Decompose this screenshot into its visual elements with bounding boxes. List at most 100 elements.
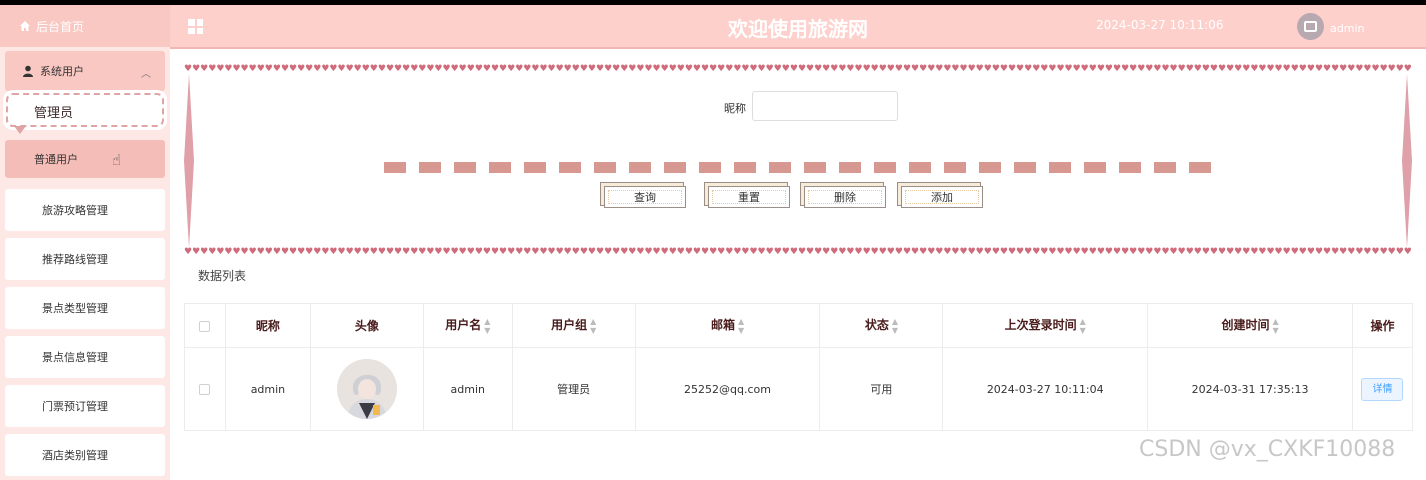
delete-button[interactable]: 删除 <box>804 186 886 208</box>
heart-decoration: ♥ <box>1209 247 1218 257</box>
add-button[interactable]: 添加 <box>901 186 983 208</box>
hand-pointer-icon: ☝ <box>112 151 122 169</box>
heart-decoration: ♥ <box>385 247 395 257</box>
heart-decoration: ♥ <box>273 64 290 74</box>
col-group[interactable]: 用户组 ▲ ▼ <box>511 303 636 348</box>
heart-decoration: ♥ <box>1008 64 1016 75</box>
sort-icon[interactable]: ▲ ▼ <box>738 317 744 335</box>
select-all-cell <box>184 303 226 348</box>
sidebar-item-spot-type[interactable]: 景点类型管理 <box>5 287 165 329</box>
col-created[interactable]: 创建时间 ▲ ▼ <box>1147 303 1353 348</box>
heart-decoration: ♥ <box>781 247 790 257</box>
sidebar-item-route[interactable]: 推荐路线管理 <box>5 238 165 280</box>
heart-decoration: ♥ <box>725 64 733 75</box>
col-action: 操作 <box>1351 303 1414 348</box>
heart-decoration: ♥ <box>741 247 750 257</box>
select-all-checkbox[interactable] <box>199 320 211 332</box>
sidebar-item-ticket[interactable]: 门票预订管理 <box>5 385 165 427</box>
heart-decoration: ♥ <box>797 247 807 257</box>
col-status[interactable]: 状态 ▲ ▼ <box>819 303 944 348</box>
heart-decoration: ♥ <box>1129 64 1137 75</box>
heart-decoration: ♥ <box>749 247 758 257</box>
heart-decoration: ♥ <box>474 247 483 257</box>
nickname-input[interactable] <box>752 91 898 121</box>
detail-button[interactable]: 详情 <box>1361 377 1404 401</box>
dash-segment <box>839 162 861 173</box>
heart-decoration: ♥ <box>1339 247 1348 257</box>
heart-decoration: ♥ <box>822 247 831 257</box>
heart-decoration: ♥ <box>1193 247 1202 257</box>
cell-created: 2024-03-31 17:35:13 <box>1147 347 1353 431</box>
col-last-login[interactable]: 上次登录时间 ▲ ▼ <box>942 303 1149 348</box>
sort-icon[interactable]: ▲ ▼ <box>484 317 490 335</box>
heart-decoration: ♥ <box>450 247 459 257</box>
heart-decoration: ♥ <box>709 247 718 257</box>
heart-decoration: ♥ <box>378 64 395 74</box>
heart-decoration: ♥ <box>1072 247 1081 257</box>
heart-decoration: ♥ <box>806 64 814 75</box>
heart-decoration: ♥ <box>394 247 403 257</box>
sidebar-item-travel-guide[interactable]: 旅游攻略管理 <box>5 189 165 231</box>
heart-decoration: ♥ <box>1387 247 1396 257</box>
col-username[interactable]: 用户名 ▲ ▼ <box>422 303 513 348</box>
sidebar-home[interactable]: 后台首页 <box>0 5 170 47</box>
heart-decoration: ♥ <box>224 64 232 75</box>
heart-decoration: ♥ <box>612 247 621 257</box>
heart-decoration: ♥ <box>1161 247 1170 257</box>
border-diamond-right <box>1402 74 1412 248</box>
sort-icon[interactable]: ▲ ▼ <box>1080 317 1086 335</box>
reset-button[interactable]: 重置 <box>708 186 790 208</box>
col-avatar-label: 头像 <box>354 319 379 333</box>
heart-decoration: ♥ <box>490 247 500 257</box>
row-checkbox[interactable] <box>199 384 211 395</box>
heart-decoration: ♥ <box>999 247 1008 257</box>
sort-icon[interactable]: ▲ ▼ <box>892 317 898 335</box>
heart-decoration: ♥ <box>418 247 427 257</box>
sidebar-group-system-users[interactable]: 系统用户 ︿ <box>5 51 165 91</box>
heart-decoration: ♥ <box>967 247 976 257</box>
sidebar-item-admin[interactable]: 管理员 <box>6 93 164 137</box>
heart-decoration: ♥ <box>596 64 604 75</box>
heart-decoration: ♥ <box>749 64 757 75</box>
sidebar-item-label: 推荐路线管理 <box>42 253 108 266</box>
heart-decoration: ♥ <box>507 64 515 75</box>
admin-username[interactable]: admin <box>1330 22 1364 35</box>
col-email[interactable]: 邮箱 ▲ ▼ <box>634 303 821 348</box>
col-username-label: 用户名 <box>445 318 482 333</box>
heart-decoration: ♥ <box>1371 64 1379 75</box>
sort-icon[interactable]: ▲ ▼ <box>590 317 596 335</box>
heart-decoration: ♥ <box>1323 247 1332 257</box>
avatar[interactable] <box>1297 13 1324 40</box>
heart-decoration: ♥ <box>563 247 572 257</box>
heart-decoration: ♥ <box>1056 247 1065 257</box>
heart-decoration: ♥ <box>1363 64 1371 75</box>
heart-decoration: ♥ <box>774 64 790 74</box>
heart-decoration: ♥ <box>773 247 782 257</box>
speech-bubble <box>6 93 164 127</box>
sort-icon[interactable]: ▲ ▼ <box>1272 317 1278 335</box>
heart-decoration: ♥ <box>1201 247 1210 257</box>
dash-segment <box>629 162 651 173</box>
heart-decoration: ♥ <box>555 247 564 257</box>
heart-decoration: ♥ <box>668 247 677 257</box>
heart-decoration: ♥ <box>1290 247 1299 257</box>
heart-decoration: ♥ <box>879 64 895 74</box>
heart-decoration: ♥ <box>475 64 491 74</box>
heart-decoration: ♥ <box>1112 247 1122 257</box>
heart-decoration: ♥ <box>200 247 209 257</box>
heart-decoration: ♥ <box>1298 247 1307 257</box>
col-nickname: 昵称 <box>224 303 311 348</box>
heart-decoration: ♥ <box>1065 64 1081 74</box>
heart-decoration: ♥ <box>443 64 459 74</box>
dash-segment <box>454 162 476 173</box>
heart-decoration: ♥ <box>911 247 920 257</box>
sidebar-item-spot-info[interactable]: 景点信息管理 <box>5 336 165 378</box>
sidebar-item-hotel-type[interactable]: 酒店类别管理 <box>5 434 165 476</box>
heart-decoration: ♥ <box>297 247 306 257</box>
heart-decoration: ♥ <box>1000 64 1017 74</box>
sidebar-item-normal-user[interactable]: 普通用户 ☝ <box>5 140 165 178</box>
heart-decoration: ♥ <box>765 247 774 257</box>
query-button[interactable]: 查询 <box>604 186 686 208</box>
heart-decoration: ♥ <box>838 64 846 75</box>
chevron-up-icon: ︿ <box>141 69 151 80</box>
